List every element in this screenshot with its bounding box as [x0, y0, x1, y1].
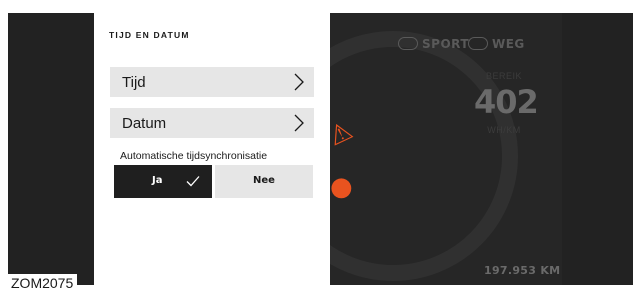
- screenshot-frame: SPORT WEG BEREIK 402 WH/KM ⚠ ● 197.953 K…: [0, 0, 642, 291]
- sync-yes-button[interactable]: Ja: [114, 165, 212, 198]
- menu-item-date-label: Datum: [122, 115, 167, 132]
- menu-item-time-label: Tijd: [122, 74, 146, 91]
- indicator-light-icon: ●: [330, 172, 353, 202]
- range-label: BEREIK: [485, 71, 522, 81]
- drive-mode-weg-label: WEG: [492, 37, 525, 51]
- drive-mode-sport: SPORT: [398, 37, 469, 51]
- menu-item-date[interactable]: Datum: [110, 108, 314, 138]
- range-value: 402: [474, 83, 539, 121]
- auto-time-sync-label: Automatische tijdsynchronisatie: [120, 150, 268, 162]
- sync-no-label: Nee: [253, 175, 275, 186]
- sync-yes-label: Ja: [152, 175, 163, 186]
- odometer-reading: 197.953 KM: [484, 264, 561, 277]
- drive-mode-sport-label: SPORT: [422, 37, 470, 51]
- sync-no-button[interactable]: Nee: [215, 165, 313, 198]
- sport-mode-icon: [398, 37, 418, 50]
- display-right-bezel: [562, 13, 633, 285]
- road-mode-icon: [468, 37, 488, 50]
- time-date-settings-panel: TIJD EN DATUM Tijd Datum Automatische ti…: [94, 13, 330, 291]
- chevron-right-icon: [294, 114, 304, 132]
- drive-mode-weg: WEG: [468, 37, 525, 51]
- panel-title: TIJD EN DATUM: [109, 30, 190, 40]
- checkmark-icon: [186, 176, 200, 187]
- chevron-right-icon: [294, 73, 304, 91]
- range-unit: WH/KM: [487, 125, 521, 135]
- figure-code-label: ZOM2075: [8, 274, 78, 291]
- display-left-bezel: [8, 13, 96, 285]
- menu-item-time[interactable]: Tijd: [110, 67, 314, 97]
